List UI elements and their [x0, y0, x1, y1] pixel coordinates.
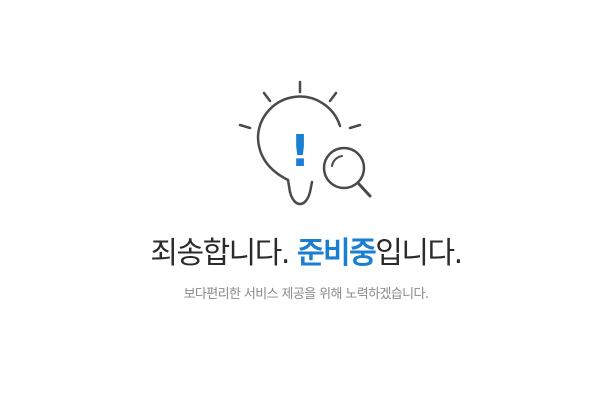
magnifier-handle: [356, 181, 372, 198]
light-ray: [348, 123, 362, 130]
notice-subtext: 보다편리한 서비스 제공을 위해 노력하겠습니다.: [183, 287, 429, 302]
headline-highlight: 준비중: [296, 236, 377, 271]
headline-text-end: 입니다.: [375, 236, 463, 271]
lightbulb-base: [288, 180, 314, 206]
exclamation-mark: !: [290, 126, 310, 177]
light-ray: [238, 123, 252, 130]
light-ray: [262, 91, 272, 103]
headline-text: 죄송합니다.: [150, 236, 297, 271]
lightbulb-magnifier-icon: !: [238, 80, 372, 206]
preparing-notice-page: ! 죄송합니다. 준비중입니다. 보다편리한 서비스 제공을 위해 노력하겠습니…: [0, 0, 612, 400]
page-headline: 죄송합니다. 준비중입니다.: [0, 232, 612, 276]
light-ray: [328, 91, 338, 103]
